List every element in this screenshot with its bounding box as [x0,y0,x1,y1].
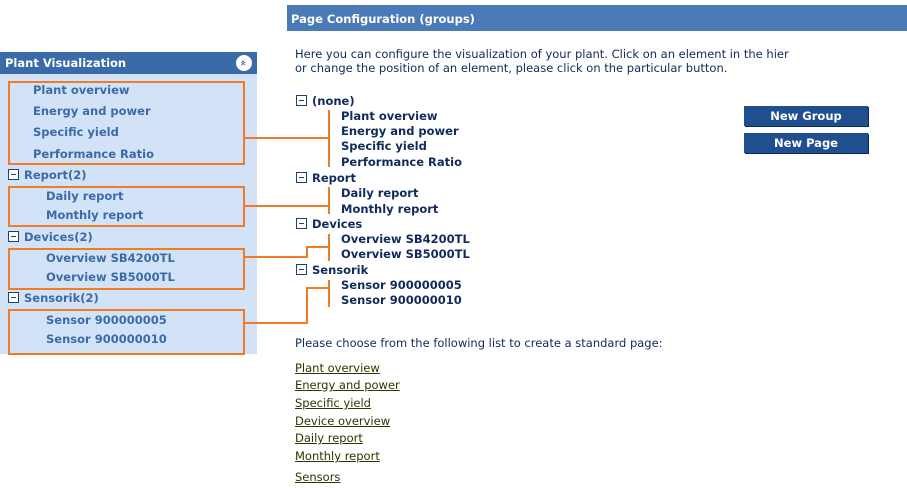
highlight-box [8,81,245,165]
connector-line [306,287,329,289]
sidebar-group-devices[interactable]: Devices(2) [8,230,93,244]
intro-text-line1: Here you can configure the visualization… [295,47,789,61]
connector-line [245,322,308,324]
collapse-tree-icon[interactable] [8,169,19,180]
tree-item-monthly-report[interactable]: Monthly report [341,202,438,216]
connector-line [306,246,329,248]
collapse-tree-icon[interactable] [8,231,19,242]
tree-group-label: (none) [312,94,355,108]
sidebar-title: Plant Visualization [5,56,127,70]
standard-page-link-daily-report[interactable]: Daily report [295,431,363,445]
collapse-tree-icon[interactable] [296,264,307,275]
standard-page-link-specific-yield[interactable]: Specific yield [295,396,371,410]
collapse-tree-icon[interactable] [296,218,307,229]
tree-group-report[interactable]: Report [296,171,356,185]
connector-line [245,205,329,207]
new-page-button[interactable]: New Page [744,133,868,153]
intro-text-line2: or change the position of an element, pl… [295,61,728,75]
sidebar-group-label: Sensorik(2) [24,291,99,305]
tree-group-label: Sensorik [312,263,369,277]
collapse-icon[interactable]: » [236,55,252,71]
tree-group-sensorik[interactable]: Sensorik [296,263,368,277]
sidebar-group-label: Devices(2) [24,230,93,244]
tree-item-plant-overview[interactable]: Plant overview [341,109,438,123]
collapse-tree-icon[interactable] [8,292,19,303]
page-configuration-header: Page Configuration (groups) [287,5,907,31]
collapse-tree-icon[interactable] [296,172,307,183]
new-group-button[interactable]: New Group [744,106,868,126]
highlight-box [8,186,245,227]
collapse-tree-icon[interactable] [296,95,307,106]
standard-page-link-energy-and-power[interactable]: Energy and power [295,378,400,392]
tree-item-overview-sb4200tl[interactable]: Overview SB4200TL [341,232,470,246]
tree-group-none[interactable]: (none) [296,94,355,108]
standard-page-link-device-overview[interactable]: Device overview [295,414,390,428]
connector-line [306,287,308,324]
tree-item-daily-report[interactable]: Daily report [341,186,418,200]
tree-item-specific-yield[interactable]: Specific yield [341,139,427,153]
page-title: Page Configuration (groups) [291,12,475,26]
sidebar-group-report[interactable]: Report(2) [8,168,86,182]
highlight-box [8,309,245,355]
connector-line [328,280,330,307]
connector-line [245,256,307,258]
tree-group-label: Report [312,171,356,185]
tree-item-performance-ratio[interactable]: Performance Ratio [341,155,462,169]
sidebar-group-label: Report(2) [24,168,87,182]
connector-line [328,187,330,214]
highlight-box [8,248,245,290]
tree-group-label: Devices [312,217,363,231]
sidebar-group-sensorik[interactable]: Sensorik(2) [8,291,99,305]
tree-item-sensor-900000005[interactable]: Sensor 900000005 [341,278,462,292]
tree-item-sensor-900000010[interactable]: Sensor 900000010 [341,293,462,307]
tree-item-energy-and-power[interactable]: Energy and power [341,124,459,138]
standard-page-link-sensors[interactable]: Sensors [295,470,340,484]
standard-page-link-plant-overview[interactable]: Plant overview [295,361,380,375]
connector-line [245,137,329,139]
tree-group-devices[interactable]: Devices [296,217,362,231]
tree-item-overview-sb5000tl[interactable]: Overview SB5000TL [341,247,470,261]
standard-page-link-monthly-report[interactable]: Monthly report [295,449,380,463]
connector-line [328,110,330,167]
sidebar-header: Plant Visualization » [0,52,257,74]
connector-line [328,234,330,261]
choose-standard-page-text: Please choose from the following list to… [295,336,663,350]
